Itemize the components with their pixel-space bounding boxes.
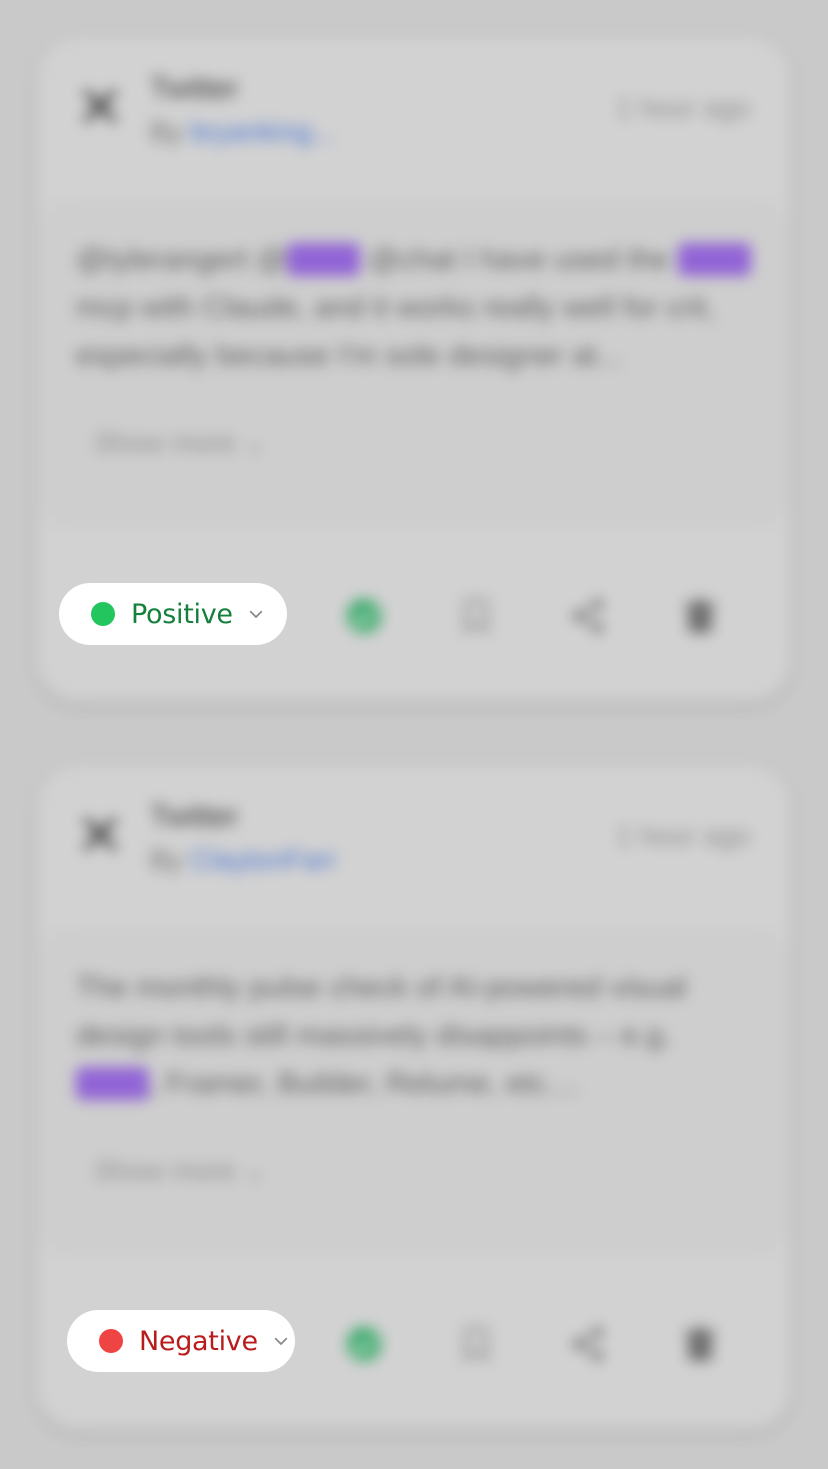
bookmark-icon[interactable] <box>456 1324 496 1364</box>
sentiment-dropdown-negative[interactable]: Negative <box>67 1310 295 1372</box>
show-more-link[interactable]: Show more ⌄ <box>94 426 267 459</box>
card-body: @tylerangert @figma @chat I have used th… <box>40 198 788 530</box>
card-body: The monthly pulse check of AI-powered vi… <box>40 926 788 1258</box>
byline: By bryanking... <box>150 116 335 148</box>
card-header: Twitter By bryanking... 1 hour ago <box>38 38 790 178</box>
text-part: mcp with Claude, and it works really wel… <box>76 291 715 372</box>
bookmark-icon[interactable] <box>456 596 496 636</box>
sentiment-dropdown-positive[interactable]: Positive <box>59 583 287 645</box>
trash-icon[interactable] <box>680 596 720 636</box>
mention-text: The monthly pulse check of AI-powered vi… <box>76 964 756 1108</box>
byline: By ClaytonFarr <box>150 844 337 876</box>
timestamp: 1 hour ago <box>616 92 750 123</box>
chevron-down-icon <box>249 610 262 618</box>
mention-text: @tylerangert @figma @chat I have used th… <box>76 236 756 380</box>
x-logo-icon <box>80 814 120 854</box>
chevron-down-icon <box>274 1337 287 1345</box>
keyword-highlight: figma <box>76 1067 150 1100</box>
author-link[interactable]: ClaytonFarr <box>190 844 336 875</box>
keyword-highlight: figma <box>677 243 752 276</box>
keyword-highlight: figma <box>286 243 361 276</box>
card-header: Twitter By ClaytonFarr 1 hour ago <box>38 766 790 906</box>
show-more-link[interactable]: Show more ⌄ <box>94 1154 267 1187</box>
check-circle-icon[interactable] <box>344 596 384 636</box>
timestamp: 1 hour ago <box>616 820 750 851</box>
source-name: Twitter <box>150 72 239 105</box>
author-link[interactable]: bryanking... <box>190 116 335 147</box>
sentiment-label: Negative <box>139 1325 258 1357</box>
share-icon[interactable] <box>568 596 608 636</box>
trash-icon[interactable] <box>680 1324 720 1364</box>
check-circle-icon[interactable] <box>344 1324 384 1364</box>
x-logo-icon <box>80 86 120 126</box>
text-part: The monthly pulse check of AI-powered vi… <box>76 971 687 1052</box>
text-part: @tylerangert @ <box>76 243 287 276</box>
source-name: Twitter <box>150 800 239 833</box>
blurred-background: Twitter By bryanking... 1 hour ago @tyle… <box>0 0 828 1469</box>
by-prefix: By <box>150 844 183 875</box>
by-prefix: By <box>150 116 183 147</box>
text-part: @chat I have used the <box>360 243 678 276</box>
share-icon[interactable] <box>568 1324 608 1364</box>
positive-status-dot <box>91 602 115 626</box>
negative-status-dot <box>99 1329 123 1353</box>
text-part: , Framer, Builder, Relume, etc.... <box>149 1067 580 1100</box>
sentiment-label: Positive <box>131 598 233 630</box>
